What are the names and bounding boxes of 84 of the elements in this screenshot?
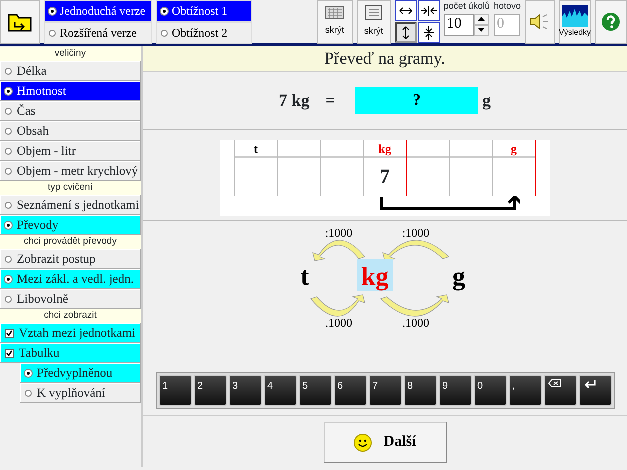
radio-option[interactable]: Seznámení s jednotkami xyxy=(0,195,141,215)
folder-button[interactable] xyxy=(0,0,40,44)
key-button[interactable]: 5 xyxy=(298,375,332,406)
divide-label: :1000 xyxy=(402,226,430,240)
section-heading: chci zobrazit xyxy=(0,309,141,323)
divide-label: :1000 xyxy=(325,226,353,240)
radio-option[interactable]: Rozšířená verze xyxy=(44,22,152,44)
checkbox-option[interactable]: Tabulku xyxy=(0,343,141,363)
radio-option[interactable]: Libovolně xyxy=(0,289,141,309)
section-heading: chci provádět převody xyxy=(0,235,141,249)
layout-button[interactable] xyxy=(418,22,440,43)
multiply-label: .1000 xyxy=(402,316,430,330)
key-button[interactable]: 7 xyxy=(368,375,402,406)
key-button[interactable]: 4 xyxy=(264,375,296,406)
next-button[interactable]: Další xyxy=(324,422,446,463)
backspace-icon xyxy=(548,379,562,388)
equals-sign: = xyxy=(326,90,336,112)
radio-option[interactable]: Obsah xyxy=(0,121,141,141)
radio-option[interactable]: Obtížnost 2 xyxy=(156,22,252,44)
keyboard-hide-button[interactable]: skrýt xyxy=(316,0,353,44)
down-arrow-icon xyxy=(478,28,485,32)
table-header: t xyxy=(254,142,258,156)
up-arrow-icon xyxy=(478,17,485,21)
checked-checkbox-icon xyxy=(5,328,14,338)
table-header: kg xyxy=(378,142,392,156)
checkbox-option[interactable]: Vztah mezi jednotkami xyxy=(0,323,141,343)
radio-option[interactable]: Předvyplněnou xyxy=(20,363,141,383)
quantity-text: 7 kg xyxy=(279,90,310,112)
radio-option[interactable]: Jednoduchá verze xyxy=(44,0,152,22)
multiply-label: .1000 xyxy=(326,316,352,330)
panel-icon xyxy=(364,5,383,22)
key-button[interactable]: 9 xyxy=(438,375,472,406)
spin-up-button[interactable] xyxy=(474,14,489,24)
curved-arrow xyxy=(312,240,366,262)
radio-option[interactable]: Hmotnost xyxy=(0,81,141,101)
layout-button[interactable] xyxy=(394,0,417,21)
chart-icon xyxy=(562,5,588,27)
results-button[interactable]: Výsledky xyxy=(559,0,591,44)
smiley-icon xyxy=(354,434,372,452)
key-button[interactable]: 6 xyxy=(334,375,366,406)
keyboard-icon xyxy=(324,6,345,20)
task-count-label: počet úkolů xyxy=(444,0,490,13)
radio-option[interactable]: Objem - metr krychlový xyxy=(0,161,141,181)
radio-option[interactable]: Objem - litr xyxy=(0,141,141,161)
speaker-icon xyxy=(529,12,551,32)
answer-field[interactable]: ? xyxy=(355,87,478,114)
table-header: g xyxy=(511,142,517,156)
radio-option[interactable]: Mezi zákl. a vedl. jedn. xyxy=(0,269,141,289)
help-icon xyxy=(602,13,620,31)
checked-checkbox-icon xyxy=(5,348,14,358)
radio-option[interactable]: Délka xyxy=(0,61,141,81)
task-count-field[interactable]: 10 xyxy=(444,14,474,36)
unit-text: g xyxy=(482,90,491,112)
section-heading: typ cvičení xyxy=(0,181,141,195)
key-button[interactable]: , xyxy=(508,375,542,406)
help-button[interactable] xyxy=(595,0,627,44)
panel-hide-button[interactable]: skrýt xyxy=(356,0,391,44)
unit-label: g xyxy=(452,262,466,291)
radio-option[interactable]: K vyplňování xyxy=(20,383,141,403)
radio-option[interactable]: Obtížnost 1 xyxy=(156,0,252,22)
enter-key[interactable] xyxy=(578,375,612,406)
curved-arrow xyxy=(382,240,450,262)
radio-option[interactable]: Čas xyxy=(0,101,141,121)
key-button[interactable]: 8 xyxy=(404,375,436,406)
task-title: Převeď na gramy. xyxy=(143,46,627,72)
layout-button[interactable] xyxy=(394,22,417,43)
key-button[interactable]: 2 xyxy=(194,375,226,406)
done-field: 0 xyxy=(494,14,520,36)
table-value: 7 xyxy=(380,166,390,188)
key-button[interactable]: 0 xyxy=(474,375,506,406)
radio-option[interactable]: Zobrazit postup xyxy=(0,249,141,269)
layout-button[interactable] xyxy=(418,0,440,21)
curved-arrow xyxy=(380,294,450,317)
key-button[interactable]: 3 xyxy=(228,375,262,406)
sound-button[interactable] xyxy=(525,0,555,44)
backspace-key[interactable] xyxy=(544,375,576,406)
curved-arrow xyxy=(310,294,366,317)
section-heading: veličiny xyxy=(0,47,141,61)
radio-option[interactable]: Převody xyxy=(0,215,141,235)
key-button[interactable]: 1 xyxy=(158,375,192,406)
done-label: hotovo xyxy=(494,0,521,13)
unit-label: t xyxy=(300,262,310,291)
unit-label: kg xyxy=(361,262,389,291)
enter-icon xyxy=(582,379,596,389)
